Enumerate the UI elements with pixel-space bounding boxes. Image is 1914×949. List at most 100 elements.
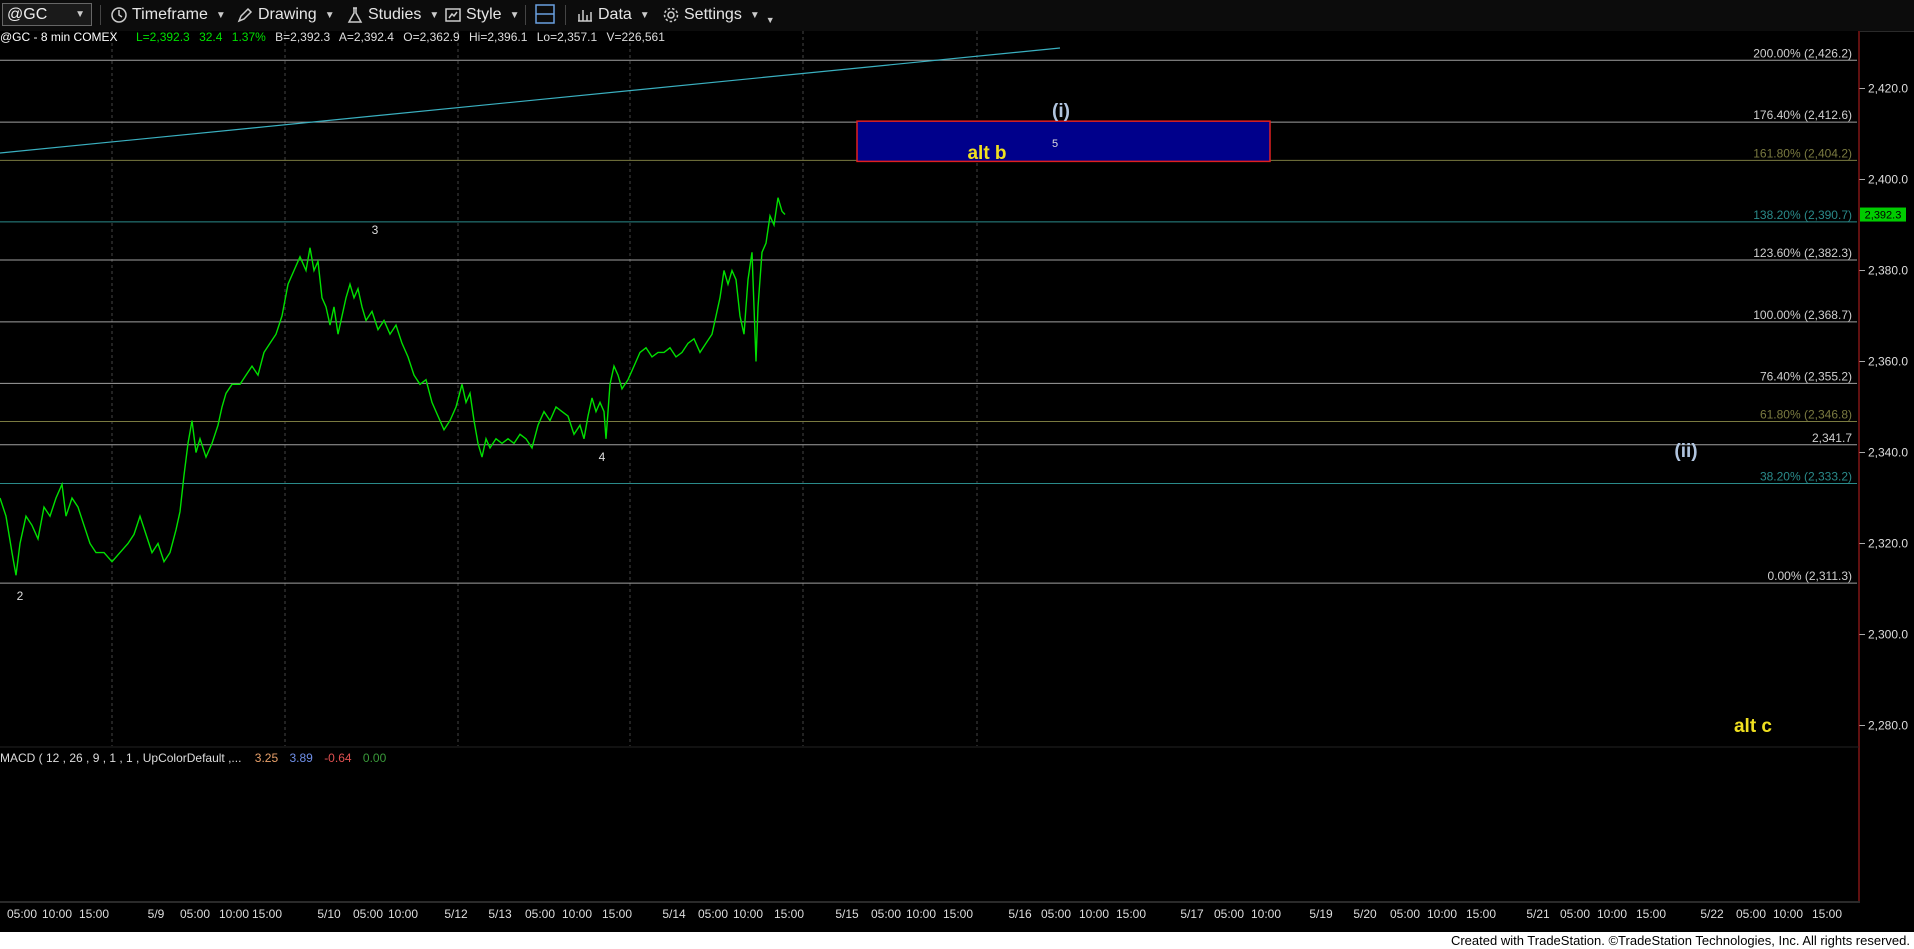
bar-chart-icon <box>578 10 592 22</box>
x-tick-label: 15:00 <box>602 907 632 921</box>
fib-level-label: 176.40% (2,412.6) <box>1753 108 1852 122</box>
x-tick-label: 5/20 <box>1353 907 1377 921</box>
price-chart[interactable]: 200.00% (2,426.2) 176.40% (2,412.6) 161.80… <box>0 31 1914 932</box>
wave-i-label: (i) <box>1052 101 1070 122</box>
header-bid: B=2,392.3 <box>275 31 330 44</box>
y-tick-label: 2,420.0 <box>1868 82 1908 96</box>
style-label: Style <box>466 6 502 23</box>
style-icon <box>445 8 461 22</box>
header-open: O=2,362.9 <box>403 31 460 44</box>
x-tick-label: 10:00 <box>219 907 249 921</box>
x-tick-label: 15:00 <box>1466 907 1496 921</box>
timeframe-button[interactable]: Timeframe ▼ <box>110 4 226 26</box>
last-price-badge: 2,392.3 <box>1860 207 1906 222</box>
drawing-label: Drawing <box>258 6 317 23</box>
fib-level-label: 76.40% (2,355.2) <box>1760 369 1852 383</box>
footer-text: Created with TradeStation. ©TradeStation… <box>1450 933 1910 948</box>
chevron-down-icon: ▼ <box>639 9 650 21</box>
x-tick-label: 5/16 <box>1008 907 1032 921</box>
pencil-icon <box>237 7 253 23</box>
y-tick-label: 2,340.0 <box>1868 446 1908 460</box>
x-tick-label: 5/21 <box>1526 907 1550 921</box>
x-tick-label: 10:00 <box>1251 907 1281 921</box>
timeframe-label: Timeframe <box>132 6 208 23</box>
last-price-text: 2,392.3 <box>1865 210 1902 222</box>
x-tick-label: 05:00 <box>353 907 383 921</box>
chevron-down-icon: ▼ <box>324 9 335 21</box>
x-tick-label: 5/14 <box>662 907 686 921</box>
header-symbol-info: @GC - 8 min COMEX <box>0 31 118 44</box>
fib-level-label: 2,341.7 <box>1812 431 1852 445</box>
more-options-icon: ▼ <box>765 15 775 25</box>
header-high: Hi=2,396.1 <box>469 31 528 44</box>
x-tick-label: 15:00 <box>1636 907 1666 921</box>
x-tick-label: 05:00 <box>1560 907 1590 921</box>
x-tick-label: 5/13 <box>488 907 512 921</box>
data-label: Data <box>598 6 632 23</box>
macd-legend: MACD ( 12 , 26 , 9 , 1 , 1 , UpColorDefa… <box>0 751 387 765</box>
fib-level-label: 0.00% (2,311.3) <box>1768 569 1853 583</box>
x-tick-label: 10:00 <box>562 907 592 921</box>
price-axis: 2,420.0 2,400.0 2,380.0 2,360.0 2,340.0 2,320… <box>1859 82 1908 733</box>
x-tick-label: 5/10 <box>317 907 341 921</box>
wave-ii-label: (ii) <box>1674 441 1697 462</box>
header-pct: 1.37% <box>232 31 266 44</box>
toolbar-divider <box>525 5 526 25</box>
clock-icon <box>111 7 127 23</box>
wave-2-label: 2 <box>17 589 24 603</box>
x-tick-label: 5/12 <box>444 907 468 921</box>
macd-label: MACD ( 12 , 26 , 9 , 1 , 1 , UpColorDefa… <box>0 751 241 765</box>
settings-button[interactable]: Settings ▼ ▼ <box>662 4 775 26</box>
x-tick-label: 05:00 <box>1390 907 1420 921</box>
x-tick-label: 5/22 <box>1700 907 1724 921</box>
target-box[interactable] <box>856 120 1271 163</box>
y-tick-label: 2,360.0 <box>1868 355 1908 369</box>
flask-icon <box>347 7 363 23</box>
y-tick-label: 2,320.0 <box>1868 537 1908 551</box>
studies-button[interactable]: Studies ▼ <box>346 4 439 26</box>
x-tick-label: 15:00 <box>79 907 109 921</box>
x-tick-label: 10:00 <box>42 907 72 921</box>
layout-button[interactable] <box>533 3 561 25</box>
x-tick-label: 10:00 <box>733 907 763 921</box>
header-last: L=2,392.3 <box>136 31 190 44</box>
x-tick-label: 5/19 <box>1309 907 1333 921</box>
header-ask: A=2,392.4 <box>339 31 394 44</box>
x-tick-label: 15:00 <box>1116 907 1146 921</box>
y-tick-label: 2,300.0 <box>1868 628 1908 642</box>
header-low: Lo=2,357.1 <box>537 31 598 44</box>
y-tick-label: 2,380.0 <box>1868 264 1908 278</box>
x-tick-label: 10:00 <box>388 907 418 921</box>
footer: Created with TradeStation. ©TradeStation… <box>0 932 1914 949</box>
symbol-input[interactable]: @GC ▼ <box>2 3 92 26</box>
macd-value-2: 3.89 <box>289 751 313 765</box>
style-button[interactable]: Style ▼ <box>444 4 519 26</box>
x-tick-label: 05:00 <box>525 907 555 921</box>
x-tick-label: 05:00 <box>871 907 901 921</box>
wave-5-label: 5 <box>1052 138 1058 150</box>
toolbar-divider <box>100 5 101 25</box>
x-tick-label: 5/17 <box>1180 907 1204 921</box>
wave-4-label: 4 <box>599 450 606 464</box>
data-button[interactable]: Data ▼ <box>576 4 650 26</box>
x-tick-label: 10:00 <box>1773 907 1803 921</box>
alt-c-label: alt c <box>1734 716 1772 737</box>
chart-background <box>0 31 1860 931</box>
x-tick-label: 15:00 <box>252 907 282 921</box>
settings-label: Settings <box>684 6 742 23</box>
x-tick-label: 10:00 <box>906 907 936 921</box>
macd-value-1: 3.25 <box>255 751 279 765</box>
chevron-down-icon: ▼ <box>75 9 85 20</box>
chevron-down-icon: ▼ <box>509 9 520 21</box>
x-tick-label: 05:00 <box>1214 907 1244 921</box>
x-tick-label: 5/15 <box>835 907 859 921</box>
x-tick-label: 05:00 <box>1736 907 1766 921</box>
fib-level-label: 161.80% (2,404.2) <box>1753 146 1852 160</box>
chevron-down-icon: ▼ <box>215 9 226 21</box>
x-tick-label: 05:00 <box>180 907 210 921</box>
drawing-button[interactable]: Drawing ▼ <box>236 4 335 26</box>
symbol-value: @GC <box>7 5 48 23</box>
x-tick-label: 05:00 <box>1041 907 1071 921</box>
fib-level-label: 138.20% (2,390.7) <box>1753 208 1852 222</box>
header-change: 32.4 <box>199 31 223 44</box>
